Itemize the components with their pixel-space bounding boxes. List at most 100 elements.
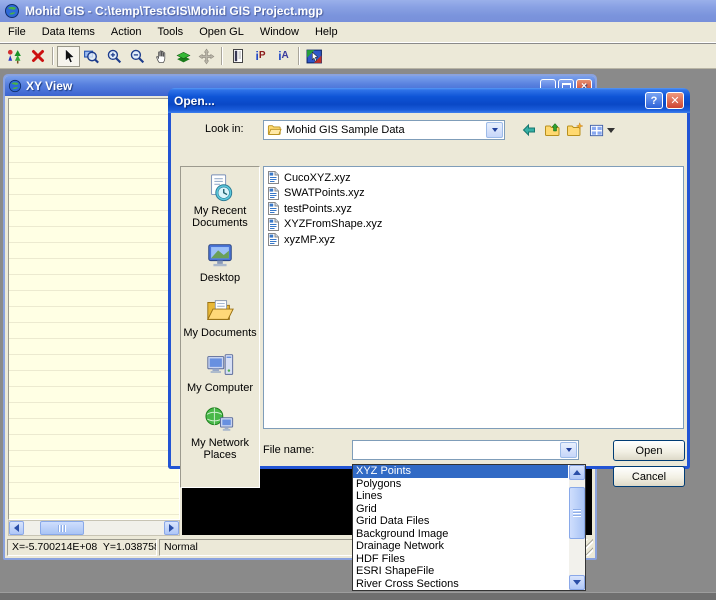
toolbar-separator: [221, 47, 223, 65]
look-in-value: Mohid GIS Sample Data: [286, 124, 405, 136]
coordinates-readout: X=-5.700214E+08 Y=1.038758E+09: [7, 539, 157, 556]
desktop-icon: [204, 240, 236, 270]
dialog-toolbar: [519, 120, 616, 140]
place-recent-documents[interactable]: My Recent Documents: [182, 173, 258, 229]
type-option-river-cross-sections[interactable]: River Cross Sections: [353, 578, 568, 591]
zoom-out-icon: [129, 48, 146, 65]
type-option-grid[interactable]: Grid: [353, 503, 568, 516]
open-button[interactable]: Open: [613, 440, 685, 461]
file-item[interactable]: SWATPoints.xyz: [268, 186, 683, 202]
delete-x-icon: [30, 48, 46, 64]
scrollbar-thumb[interactable]: [40, 521, 84, 535]
zoom-window-button[interactable]: [80, 46, 103, 67]
delete-button[interactable]: [26, 46, 49, 67]
move-button[interactable]: [195, 46, 218, 67]
toolbar-separator: [52, 47, 54, 65]
layers-button[interactable]: [172, 46, 195, 67]
application-window: Mohid GIS - C:\temp\TestGIS\Mohid GIS Pr…: [0, 0, 716, 600]
place-desktop[interactable]: Desktop: [182, 240, 258, 284]
layers-icon: [175, 48, 192, 65]
open-dialog-body: Look in: Mohid GIS Sample Data: [168, 113, 690, 469]
help-button[interactable]: ?: [645, 92, 663, 109]
new-folder-button[interactable]: [565, 120, 585, 140]
zoom-in-icon: [106, 48, 123, 65]
up-folder-icon: [544, 122, 561, 138]
type-option-xyz-points[interactable]: XYZ Points: [353, 465, 568, 478]
zoom-in-button[interactable]: [103, 46, 126, 67]
type-option-grid-data-files[interactable]: Grid Data Files: [353, 515, 568, 528]
open-dialog-titlebar[interactable]: Open... ? ✕: [168, 88, 690, 113]
menu-file[interactable]: File: [0, 23, 34, 41]
file-item[interactable]: CucoXYZ.xyz: [268, 170, 683, 186]
open-dialog-title: Open...: [174, 94, 642, 108]
place-my-network-places[interactable]: My Network Places: [182, 405, 258, 461]
toolbar-separator: [298, 47, 300, 65]
info-point-button[interactable]: iP: [249, 46, 272, 67]
up-one-level-button[interactable]: [542, 120, 562, 140]
move-cross-icon: [198, 48, 215, 65]
folder-icon: [267, 123, 282, 137]
add-points-button[interactable]: [3, 46, 26, 67]
file-item[interactable]: testPoints.xyz: [268, 201, 683, 217]
legend-horizontal-scrollbar[interactable]: [8, 520, 180, 536]
recent-documents-icon: [204, 173, 236, 203]
scrollbar-thumb[interactable]: [569, 487, 585, 539]
views-grid-icon: [589, 123, 605, 138]
cancel-button[interactable]: Cancel: [613, 466, 685, 487]
type-option-lines[interactable]: Lines: [353, 490, 568, 503]
file-name-dropdown-button[interactable]: [560, 442, 577, 458]
scroll-left-button[interactable]: [9, 521, 24, 535]
type-option-hdf-files[interactable]: HDF Files: [353, 553, 568, 566]
menu-window[interactable]: Window: [252, 23, 307, 41]
file-item[interactable]: xyzMP.xyz: [268, 232, 683, 248]
place-my-computer[interactable]: My Computer: [182, 350, 258, 394]
menu-open-gl[interactable]: Open GL: [191, 23, 252, 41]
add-points-icon: [6, 48, 23, 65]
menu-help[interactable]: Help: [307, 23, 346, 41]
my-computer-icon: [204, 350, 236, 380]
xyz-file-icon: [268, 233, 279, 246]
file-list[interactable]: CucoXYZ.xyz SWATPoints.xyz: [263, 166, 684, 429]
xy-view-globe-icon: [8, 79, 22, 93]
type-option-polygons[interactable]: Polygons: [353, 478, 568, 491]
look-in-combobox[interactable]: Mohid GIS Sample Data: [263, 120, 505, 140]
file-item[interactable]: XYZFromShape.xyz: [268, 217, 683, 233]
scroll-right-button[interactable]: [164, 521, 179, 535]
back-arrow-icon: [521, 122, 537, 138]
place-my-documents[interactable]: My Documents: [182, 295, 258, 339]
type-option-drainage-network[interactable]: Drainage Network: [353, 540, 568, 553]
info-page-button[interactable]: [226, 46, 249, 67]
views-dropdown-arrow: [607, 128, 615, 133]
window-frame-bottom: [0, 592, 716, 600]
xyz-file-icon: [268, 171, 279, 184]
look-in-dropdown-button[interactable]: [486, 122, 503, 138]
back-button[interactable]: [519, 120, 539, 140]
type-option-esri-shapefile[interactable]: ESRI ShapeFile: [353, 565, 568, 578]
file-name-combobox[interactable]: [352, 440, 579, 460]
xyz-file-icon: [268, 218, 279, 231]
zoom-out-button[interactable]: [126, 46, 149, 67]
layer-legend-panel[interactable]: [8, 98, 180, 520]
app-globe-icon: [4, 3, 20, 19]
main-titlebar: Mohid GIS - C:\temp\TestGIS\Mohid GIS Pr…: [0, 0, 716, 22]
mode-readout: Normal: [159, 539, 364, 556]
info-area-button[interactable]: iA: [272, 46, 295, 67]
menu-tools[interactable]: Tools: [150, 23, 192, 41]
select-arrow-button[interactable]: [57, 46, 80, 67]
new-folder-icon: [566, 122, 584, 138]
menu-action[interactable]: Action: [103, 23, 150, 41]
type-option-background-image[interactable]: Background Image: [353, 528, 568, 541]
scroll-up-button[interactable]: [569, 465, 585, 480]
places-bar: My Recent Documents Desktop: [180, 166, 260, 488]
scroll-down-button[interactable]: [569, 575, 585, 590]
pan-button[interactable]: [149, 46, 172, 67]
dropdown-scrollbar[interactable]: [569, 465, 585, 590]
menu-bar: File Data Items Action Tools Open GL Win…: [0, 22, 716, 43]
views-button[interactable]: [588, 120, 616, 140]
window-title: Mohid GIS - C:\temp\TestGIS\Mohid GIS Pr…: [25, 4, 323, 18]
pan-hand-icon: [153, 48, 169, 64]
menu-data-items[interactable]: Data Items: [34, 23, 103, 41]
close-button[interactable]: ✕: [666, 92, 684, 109]
map-image-button[interactable]: [303, 46, 326, 67]
main-toolbar: iP iA: [0, 44, 716, 69]
